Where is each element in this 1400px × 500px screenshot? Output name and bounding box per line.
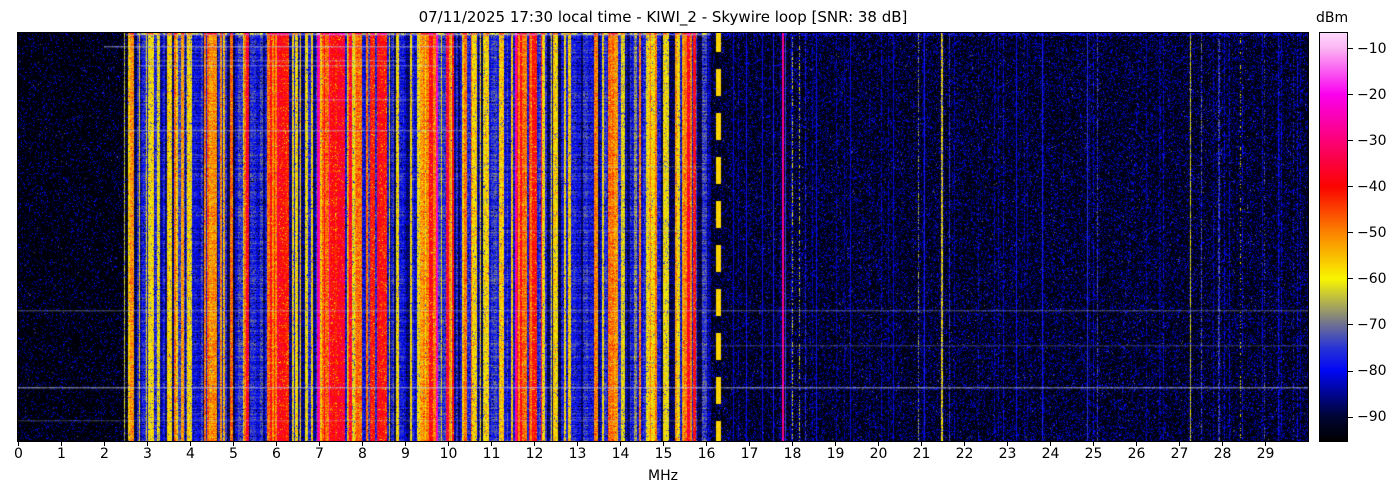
x-tick-label: 28: [1213, 446, 1232, 462]
x-tick-label: 9: [401, 446, 410, 462]
x-tick-label: 20: [869, 446, 888, 462]
x-tick-label: 19: [826, 446, 845, 462]
colorbar-tick-label: −10: [1357, 40, 1387, 57]
spectrogram-figure: 07/11/2025 17:30 local time - KIWI_2 - S…: [0, 0, 1400, 500]
colorbar-tick-label: −50: [1357, 224, 1387, 241]
x-tick-label: 1: [57, 446, 66, 462]
colorbar-tick-label: −80: [1357, 363, 1387, 380]
x-tick-label: 12: [525, 446, 544, 462]
x-tick-label: 17: [740, 446, 759, 462]
x-tick-label: 26: [1127, 446, 1146, 462]
x-tick-label: 15: [654, 446, 673, 462]
colorbar-tick-mark: [1348, 232, 1353, 234]
x-tick-label: 3: [143, 446, 152, 462]
x-tick-label: 7: [315, 446, 324, 462]
colorbar-tick-label: −30: [1357, 132, 1387, 149]
x-tick-label: 5: [229, 446, 238, 462]
colorbar-tick-mark: [1348, 370, 1353, 372]
colorbar: [1319, 32, 1348, 442]
x-tick-label: 22: [955, 446, 974, 462]
x-tick-label: 21: [912, 446, 931, 462]
plot-title: 07/11/2025 17:30 local time - KIWI_2 - S…: [418, 8, 908, 26]
colorbar-tick-label: −70: [1357, 316, 1387, 333]
colorbar-tick-mark: [1348, 94, 1353, 96]
x-tick-label: 11: [482, 446, 501, 462]
x-tick-label: 23: [998, 446, 1017, 462]
x-tick-label: 24: [1041, 446, 1060, 462]
colorbar-tick-mark: [1348, 324, 1353, 326]
colorbar-tick-mark: [1348, 416, 1353, 418]
waterfall-canvas: [18, 33, 1308, 441]
waterfall-plot-area: [17, 32, 1309, 442]
x-tick-label: 16: [697, 446, 716, 462]
colorbar-tick-mark: [1348, 186, 1353, 188]
x-tick-label: 4: [186, 446, 195, 462]
x-tick-label: 25: [1084, 446, 1103, 462]
colorbar-tick-label: −40: [1357, 178, 1387, 195]
x-tick-label: 2: [100, 446, 109, 462]
colorbar-tick-mark: [1348, 140, 1353, 142]
x-tick-label: 6: [272, 446, 281, 462]
x-tick-label: 13: [568, 446, 587, 462]
colorbar-tick-label: −60: [1357, 270, 1387, 287]
colorbar-tick-mark: [1348, 278, 1353, 280]
colorbar-unit-label: dBm: [1316, 10, 1349, 26]
x-axis-label: MHz: [648, 468, 678, 484]
x-tick-label: 8: [358, 446, 367, 462]
x-tick-label: 10: [439, 446, 458, 462]
x-tick-label: 29: [1256, 446, 1275, 462]
colorbar-tick-label: −20: [1357, 86, 1387, 103]
colorbar-tick-mark: [1348, 48, 1353, 50]
x-tick-label: 0: [14, 446, 23, 462]
colorbar-gradient: [1320, 33, 1347, 441]
colorbar-tick-label: −90: [1357, 409, 1387, 426]
x-tick-label: 18: [783, 446, 802, 462]
x-tick-label: 14: [611, 446, 630, 462]
x-tick-label: 27: [1170, 446, 1189, 462]
